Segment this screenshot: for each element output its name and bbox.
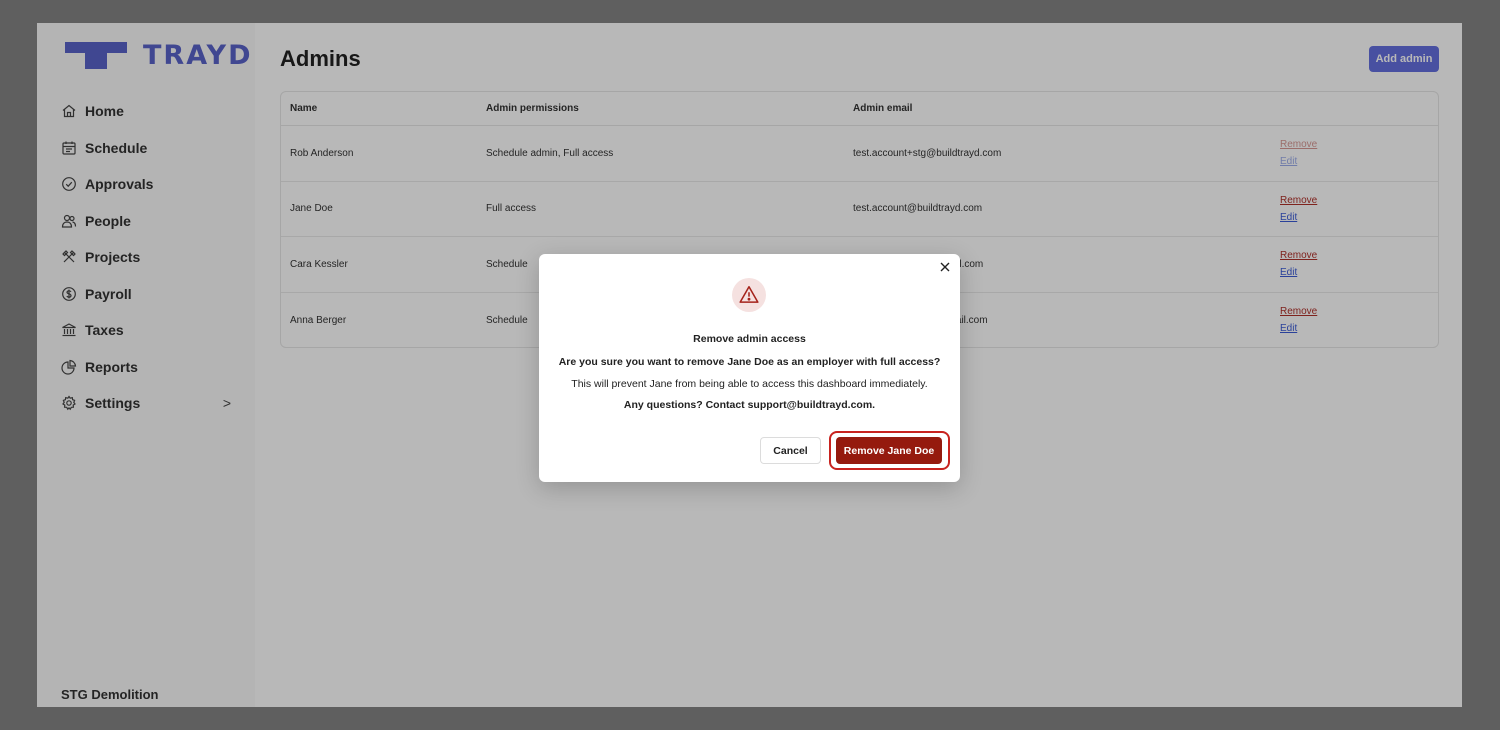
dialog-question: Are you sure you want to remove Jane Doe… [558,356,941,368]
dialog-contact: Any questions? Contact support@buildtray… [623,399,876,411]
remove-admin-button[interactable]: Remove Jane Doe [836,437,942,464]
close-icon[interactable] [938,260,952,274]
dialog-info: This will prevent Jane from being able t… [571,378,928,390]
cancel-button[interactable]: Cancel [760,437,821,464]
app-window: TRAYD Home Schedule Approvals People Pro… [37,23,1462,707]
warning-icon [732,278,766,312]
dialog-title: Remove admin access [693,333,806,345]
remove-admin-dialog: Remove admin access Are you sure you wan… [539,254,960,482]
